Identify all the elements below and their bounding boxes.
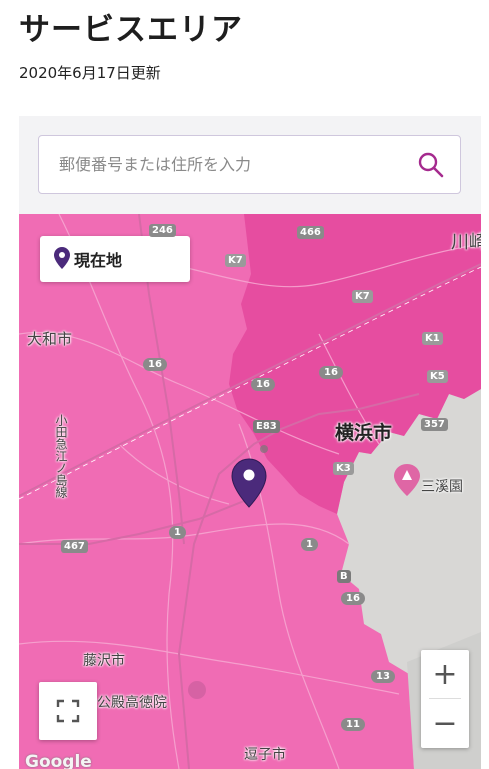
label-zushi: 逗子市	[244, 747, 286, 763]
route-badge-1b: 1	[301, 538, 318, 551]
label-yamato: 大和市	[27, 330, 73, 348]
label-yokohama: 横浜市	[335, 422, 393, 444]
fullscreen-icon	[56, 699, 80, 723]
route-badge-16d: 16	[341, 592, 365, 605]
route-badge-k7b: K7	[352, 290, 373, 303]
updated-date: 2020年6月17日更新	[19, 64, 161, 82]
route-badge-16b: 16	[251, 378, 275, 391]
label-sankeien: 三溪園	[421, 479, 463, 495]
route-badge-k3: K3	[333, 462, 354, 475]
route-badge-k1: K1	[422, 332, 443, 345]
current-location-button[interactable]: 現在地	[40, 236, 190, 282]
current-location-label: 現在地	[74, 251, 123, 270]
coverage-map[interactable]: 現在地 大和市 横浜市 三溪園 藤沢市 公殿高徳院 逗子市 川崎 小田急江ノ島線…	[19, 214, 481, 769]
zoom-in-button[interactable]: +	[421, 650, 469, 699]
search-panel	[19, 116, 481, 214]
route-badge-1a: 1	[169, 526, 186, 539]
google-attribution[interactable]: Google	[25, 752, 92, 769]
route-badge-16a: 16	[143, 358, 167, 371]
route-badge-467: 467	[61, 540, 88, 553]
label-odakyu-line: 小田急江ノ島線	[54, 414, 68, 498]
route-badge-b: B	[337, 570, 351, 583]
zoom-control: + −	[421, 650, 469, 748]
search-icon	[418, 152, 444, 178]
search-box	[38, 135, 461, 194]
zoom-out-button[interactable]: −	[421, 699, 469, 748]
label-fujisawa: 藤沢市	[83, 653, 125, 669]
route-badge-246: 246	[149, 224, 176, 237]
route-badge-e83: E83	[253, 420, 280, 433]
route-badge-466: 466	[297, 226, 324, 239]
route-badge-k5: K5	[427, 370, 448, 383]
label-kawasaki: 川崎	[451, 232, 481, 253]
fullscreen-button[interactable]	[39, 682, 97, 740]
label-kodentoku: 公殿高徳院	[97, 695, 167, 711]
search-input[interactable]	[59, 136, 399, 193]
route-badge-357: 357	[421, 418, 448, 431]
page-title: サービスエリア	[19, 12, 243, 48]
route-badge-13: 13	[371, 670, 395, 683]
route-badge-k7a: K7	[225, 254, 246, 267]
location-pin-icon	[54, 247, 70, 269]
map-pin-marker[interactable]	[231, 458, 267, 508]
search-button[interactable]	[416, 150, 446, 180]
route-badge-16c: 16	[319, 366, 343, 379]
route-badge-11: 11	[341, 718, 365, 731]
